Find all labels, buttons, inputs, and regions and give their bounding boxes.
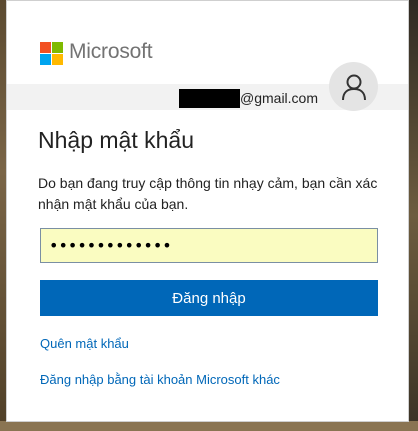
account-email: @gmail.com [179,88,318,108]
other-account-link[interactable]: Đăng nhập bằng tài khoản Microsoft khác [40,372,280,387]
microsoft-logo-icon [40,42,64,66]
redacted-username [179,88,240,108]
background-bottom [0,421,418,431]
sign-in-button[interactable]: Đăng nhập [40,280,378,316]
page-title: Nhập mật khẩu [38,127,194,153]
forgot-password-link[interactable]: Quên mật khẩu [40,336,129,351]
sign-in-dialog: Microsoft @gmail.com Nhập mật khẩu Do bạ… [6,0,409,422]
user-avatar[interactable] [329,62,378,111]
page-description: Do bạn đang truy cập thông tin nhạy cảm,… [38,175,378,212]
brand-name: Microsoft [69,40,153,63]
user-icon [341,74,366,100]
email-suffix: @gmail.com [240,90,319,106]
password-field[interactable] [40,228,378,263]
